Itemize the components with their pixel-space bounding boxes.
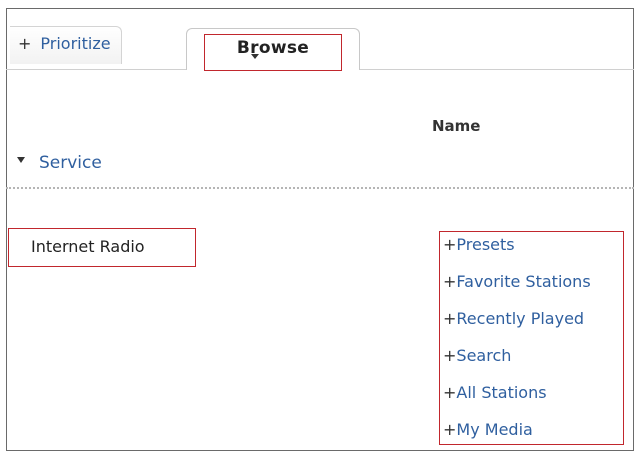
expand-plus-icon: + [443, 420, 457, 439]
tab-prioritize-label: Prioritize [40, 34, 111, 53]
option-label: Search [456, 346, 512, 365]
option-my-media[interactable]: +My Media [440, 417, 623, 444]
option-label: Presets [456, 235, 515, 254]
column-header-name[interactable]: Name [432, 117, 480, 135]
expand-plus-icon: + [443, 309, 457, 328]
service-internet-radio: Internet Radio [8, 228, 196, 267]
browse-highlight-box: Browse [204, 34, 342, 71]
option-label: All Stations [456, 383, 547, 402]
tab-browse[interactable]: Browse [186, 28, 360, 71]
radio-options-list: +Presets +Favorite Stations +Recently Pl… [439, 231, 624, 445]
dotted-divider [6, 187, 634, 189]
tab-divider [6, 69, 186, 70]
option-label: Recently Played [456, 309, 585, 328]
caret-down-icon [251, 54, 259, 59]
tab-divider [360, 69, 634, 70]
option-favorite-stations[interactable]: +Favorite Stations [440, 269, 623, 306]
tab-browse-label: Browse [236, 38, 310, 58]
option-all-stations[interactable]: +All Stations [440, 380, 623, 417]
group-service-label: Service [39, 153, 102, 173]
expand-plus-icon: + [443, 235, 457, 254]
option-recently-played[interactable]: +Recently Played [440, 306, 623, 343]
option-presets[interactable]: +Presets [440, 232, 623, 269]
option-label: My Media [456, 420, 533, 439]
expand-plus-icon: + [443, 272, 457, 291]
group-service[interactable]: Service [17, 153, 102, 173]
option-label: Favorite Stations [456, 272, 591, 291]
collapse-triangle-icon[interactable] [17, 157, 25, 163]
option-search[interactable]: +Search [440, 343, 623, 380]
expand-plus-icon: + [443, 383, 457, 402]
service-label: Internet Radio [31, 237, 145, 256]
tab-prioritize[interactable]: + Prioritize [10, 26, 122, 64]
expand-plus-icon: + [443, 346, 457, 365]
expand-plus-icon: + [18, 34, 32, 53]
